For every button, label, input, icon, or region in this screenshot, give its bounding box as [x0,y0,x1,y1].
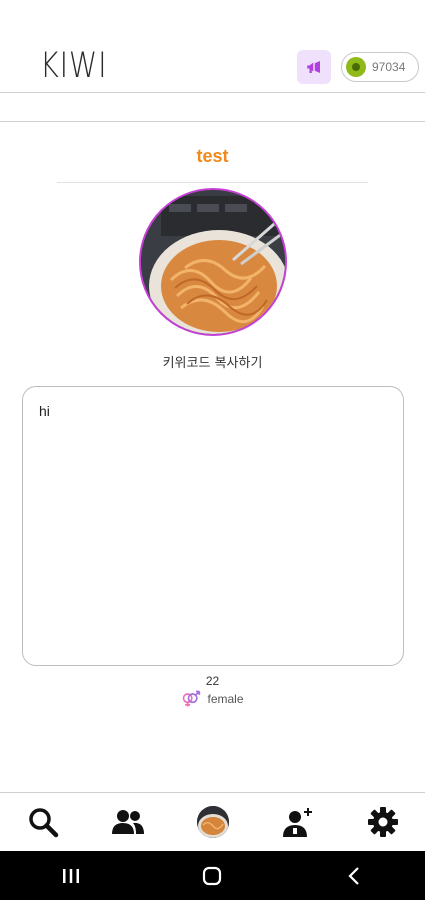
profile-avatar[interactable] [139,188,287,336]
recent-apps-icon [62,868,79,883]
announcement-button[interactable] [297,50,331,84]
gender-icon [183,690,201,707]
my-profile-avatar [196,806,229,838]
nav-add-friend[interactable] [268,793,328,851]
gender-label: female [207,692,244,706]
nav-my-profile[interactable] [183,793,243,851]
megaphone-icon [307,61,320,73]
status-bar [0,0,425,36]
back-button[interactable] [324,851,384,900]
nav-friends[interactable] [98,793,158,851]
nav-settings[interactable] [353,793,413,851]
search-icon [28,808,58,838]
ramen-bowl-image [141,190,285,334]
home-button[interactable] [182,851,242,900]
gender-row: female [0,690,425,708]
profile-name: test [196,146,229,166]
coin-balance-value: 97034 [372,60,406,74]
recent-apps-button[interactable] [41,851,101,900]
header-divider-secondary [0,121,425,122]
copy-kiwi-code-button[interactable]: 키위코드 복사하기 [0,352,425,371]
home-icon [203,866,222,885]
settings-icon [367,807,398,837]
header-divider [0,92,425,93]
nav-search[interactable] [13,793,73,851]
bio-textbox[interactable]: hi [22,386,404,666]
name-divider [57,182,368,183]
age-value: 22 [205,674,220,688]
bottom-nav [0,793,425,851]
coin-balance-pill[interactable]: 97034 [341,52,419,82]
app-title: KIWI [40,46,108,86]
friends-icon [111,810,144,834]
app-header: KIWI 97034 [0,36,425,92]
system-nav-bar [0,851,425,900]
add-friend-icon [282,808,312,837]
back-icon [348,866,359,885]
coin-icon [346,57,366,77]
